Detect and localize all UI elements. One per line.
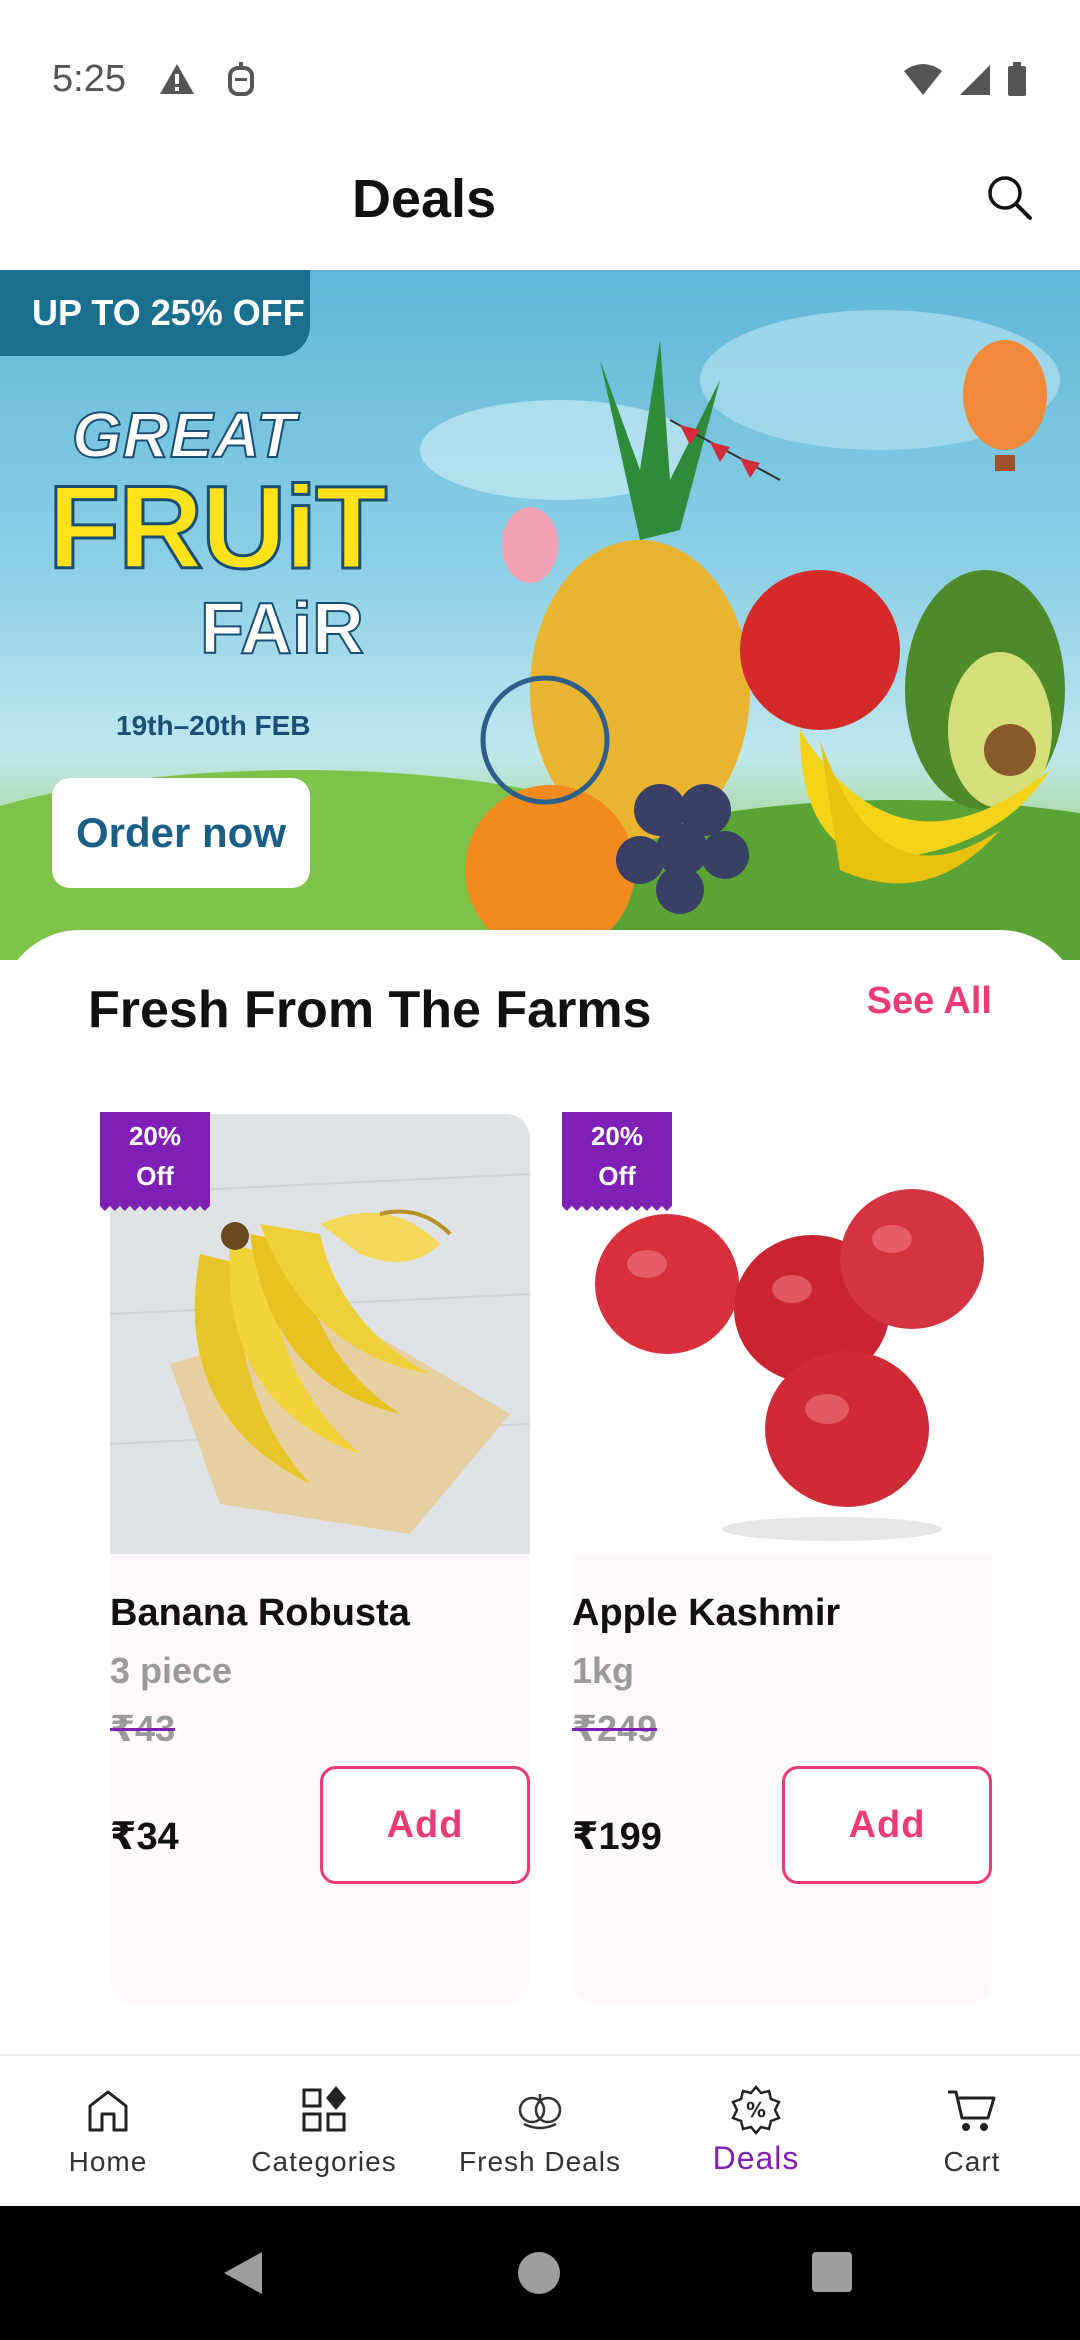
categories-icon [302, 2086, 346, 2132]
product-card-apple[interactable]: 20% Off Apple Kashmir 1kg ₹249 ₹199 Add [562, 1112, 992, 2004]
nav-label-deals: Deals [712, 2140, 800, 2176]
product-quantity: 1kg [572, 1650, 635, 1691]
discount-percent: 20% [590, 1121, 644, 1151]
search-icon [984, 172, 1034, 227]
promo-tag: UP TO 25% OFF [0, 270, 310, 356]
add-to-cart-button[interactable]: Add [782, 1766, 992, 1884]
nav-label-fresh-deals: Fresh Deals [459, 2146, 621, 2177]
signal-icon [958, 63, 992, 102]
discount-off: Off [136, 1161, 174, 1191]
bottom-navigation: Home Categories Fresh Deals % Deals Cart [0, 2054, 1080, 2206]
promo-banner[interactable]: UP TO 25% OFF GREAT FRUiT FAiR 19th–20th… [0, 270, 1080, 960]
recent-apps-icon[interactable] [812, 2252, 852, 2292]
status-bar: 5:25 [0, 0, 1080, 150]
status-time: 5:25 [52, 58, 126, 100]
see-all-link[interactable]: See All [867, 980, 992, 1023]
nav-label-home: Home [68, 2146, 148, 2177]
nav-label-cart: Cart [943, 2146, 1001, 2177]
fresh-deals-icon [518, 2094, 562, 2130]
deals-icon: % [731, 2085, 781, 2135]
discount-percent: 20% [128, 1121, 182, 1151]
app-header: Deals [0, 150, 1080, 270]
page-title: Deals [352, 169, 497, 229]
add-to-cart-button[interactable]: Add [320, 1766, 530, 1884]
product-quantity: 3 piece [110, 1650, 233, 1691]
discount-off: Off [598, 1161, 636, 1191]
nav-item-home[interactable]: Home [0, 2056, 216, 2208]
wifi-icon [902, 63, 944, 102]
back-icon[interactable] [222, 2250, 264, 2301]
system-navigation-bar [0, 2206, 1080, 2340]
home-icon [88, 2090, 128, 2132]
fair-date: 19th–20th FEB [116, 710, 311, 741]
warning-icon [158, 62, 196, 103]
robot-icon [226, 62, 256, 103]
discount-badge: 20% Off [562, 1112, 672, 1216]
product-card-banana[interactable]: 20% Off Banana Robusta 3 piece ₹43 ₹34 A… [100, 1112, 530, 2004]
nav-label-categories: Categories [251, 2146, 397, 2177]
battery-icon [1006, 62, 1028, 103]
home-circle-icon[interactable] [518, 2252, 560, 2294]
product-price: ₹34 [110, 1816, 179, 1858]
content-sheet: Fresh From The Farms See All 20% Off Ban… [0, 930, 1080, 2054]
product-mrp: ₹249 [572, 1708, 658, 1749]
svg-text:%: % [746, 2098, 766, 2122]
discount-badge: 20% Off [100, 1112, 210, 1216]
section-title: Fresh From The Farms [88, 981, 652, 1039]
order-now-button[interactable]: Order now [52, 778, 310, 888]
product-name: Apple Kashmir [572, 1592, 841, 1634]
product-mrp: ₹43 [110, 1708, 176, 1749]
cart-icon [948, 2090, 996, 2131]
search-button[interactable] [974, 164, 1044, 234]
product-price: ₹199 [572, 1816, 662, 1858]
nav-item-categories[interactable]: Categories [216, 2056, 432, 2208]
fair-title-fair: FAiR [199, 588, 365, 670]
fair-title-fruit: FRUiT [46, 461, 388, 596]
nav-item-fresh-deals[interactable]: Fresh Deals [432, 2056, 648, 2208]
nav-item-deals[interactable]: % Deals [648, 2056, 864, 2208]
product-name: Banana Robusta [110, 1592, 410, 1634]
nav-item-cart[interactable]: Cart [864, 2056, 1080, 2208]
